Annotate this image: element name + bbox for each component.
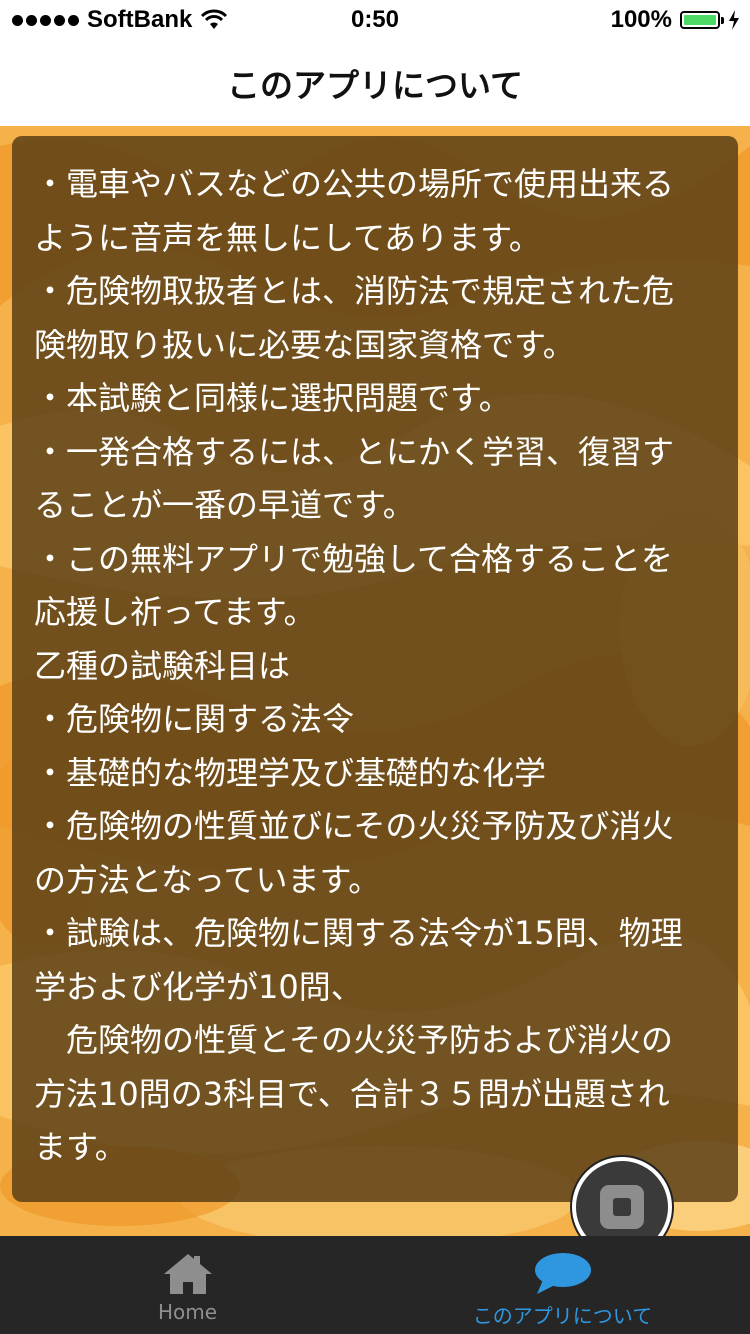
text-line: ・試験は、危険物に関する法令が15問、物理 [34,914,683,952]
stop-icon [600,1185,644,1229]
tab-bar: Home このアプリについて [0,1236,750,1334]
battery-icon [680,11,724,29]
tab-about[interactable]: このアプリについて [440,1236,685,1334]
text-line: 学および化学が10問、 [34,967,363,1006]
speech-bubble-icon [534,1253,591,1294]
status-right: 100% [611,6,740,34]
text-line: ・危険物の性質並びにその火災予防及び消火 [34,807,674,845]
text-line: 危険物の性質とその火災予防および消火の [34,1021,674,1059]
about-text-panel: ・電車やバスなどの公共の場所で使用出来る ように音声を無しにしてあります。 ・危… [12,136,738,1202]
text-line: ・この無料アプリで勉強して合格することを [34,539,674,578]
text-line: 険物取り扱いに必要な国家資格です。 [34,325,575,364]
tab-about-label: このアプリについて [472,1304,653,1328]
text-line: ように音声を無しにしてあります。 [34,218,541,257]
text-line: 乙種の試験科目は [34,646,291,685]
navigation-bar: このアプリについて [0,40,750,127]
text-line: ・本試験と同様に選択問題です。 [34,379,511,417]
status-bar: SoftBank 0:50 100% [0,0,750,40]
text-line: ・一発合格するには、とにかく学習、復習す [34,432,675,471]
charging-bolt-icon [729,10,739,30]
text-line: ることが一番の早道です。 [34,486,415,524]
battery-percent: 100% [610,6,672,33]
text-line: 応援し祈ってます。 [34,593,316,631]
text-line: ・危険物取扱者とは、消防法で規定された危 [34,272,675,310]
home-icon [163,1254,212,1294]
text-line: ・危険物に関する法令 [34,700,355,738]
tab-home[interactable]: Home [100,1236,275,1334]
tab-home-label: Home [157,1300,218,1324]
page-title: このアプリについて [226,66,523,105]
text-line: ・電車やバスなどの公共の場所で使用出来る [34,165,675,203]
text-line: の方法となっています。 [34,860,381,899]
text-line: ・基礎的な物理学及び基礎的な化学 [34,753,547,792]
text-line: 方法10問の3科目で、合計３５問が出題され [34,1074,670,1113]
